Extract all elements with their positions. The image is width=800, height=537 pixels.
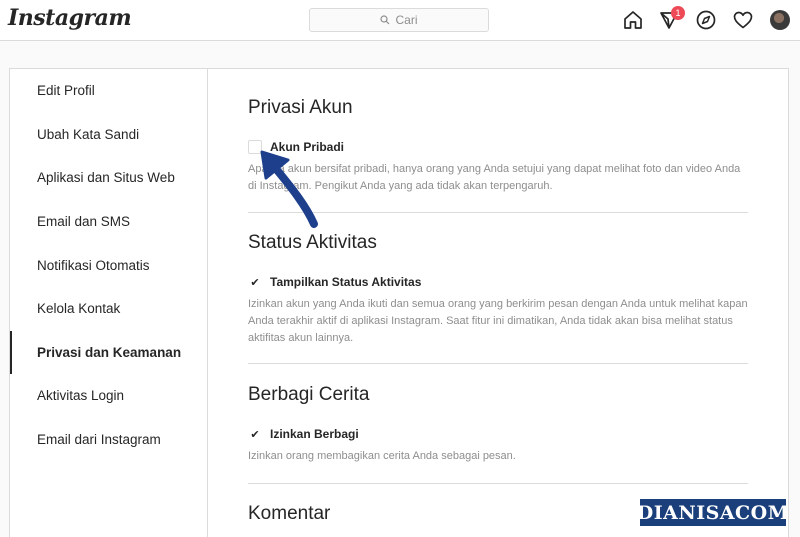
watermark: DIANISACOM <box>637 499 789 526</box>
sidebar-item-label: Aplikasi dan Situs Web <box>37 170 175 185</box>
sidebar-item-label: Email dan SMS <box>37 214 131 229</box>
sidebar-item-label: Ubah Kata Sandi <box>37 127 140 142</box>
sidebar-item-label: Kelola Kontak <box>37 301 121 316</box>
izinkan-berbagi-label: Izinkan Berbagi <box>270 427 359 441</box>
section-title-berbagi-cerita: Berbagi Cerita <box>248 384 370 405</box>
search-icon <box>380 15 390 25</box>
izinkan-berbagi-checkbox[interactable]: ✔ <box>248 427 262 441</box>
sidebar-item-kelola-kontak[interactable]: Kelola Kontak <box>10 287 207 330</box>
annotation-arrow <box>260 150 318 228</box>
sidebar-item-aktivitas-login[interactable]: Aktivitas Login <box>10 374 207 417</box>
sidebar-item-label: Aktivitas Login <box>37 388 125 403</box>
sidebar-item-aplikasi-situs-web[interactable]: Aplikasi dan Situs Web <box>10 156 207 199</box>
sidebar-item-ubah-kata-sandi[interactable]: Ubah Kata Sandi <box>10 113 207 156</box>
section-title-status-aktivitas: Status Aktivitas <box>248 232 377 253</box>
notification-badge: 1 <box>671 6 685 20</box>
section-divider <box>248 483 748 484</box>
sidebar-item-edit-profil[interactable]: Edit Profil <box>10 69 207 112</box>
section-divider <box>248 363 748 364</box>
explore-icon[interactable] <box>695 9 717 31</box>
sidebar-item-label: Edit Profil <box>37 83 95 98</box>
berbagi-cerita-description: Izinkan orang membagikan cerita Anda seb… <box>248 450 516 462</box>
settings-sidebar: Edit Profil Ubah Kata Sandi Aplikasi dan… <box>10 69 208 537</box>
izinkan-berbagi-option[interactable]: ✔ Izinkan Berbagi <box>248 427 359 441</box>
status-aktivitas-option[interactable]: ✔ Tampilkan Status Aktivitas <box>248 275 421 289</box>
heart-icon[interactable] <box>732 9 754 31</box>
status-aktivitas-checkbox[interactable]: ✔ <box>248 275 262 289</box>
sidebar-item-label: Privasi dan Keamanan <box>37 345 182 360</box>
sidebar-item-label: Notifikasi Otomatis <box>37 258 150 273</box>
sidebar-item-email-sms[interactable]: Email dan SMS <box>10 200 207 243</box>
sidebar-item-privasi-keamanan[interactable]: Privasi dan Keamanan <box>10 331 207 374</box>
instagram-logo[interactable]: Instagram <box>8 5 132 31</box>
avatar[interactable] <box>770 10 790 30</box>
sidebar-item-notifikasi-otomatis[interactable]: Notifikasi Otomatis <box>10 244 207 287</box>
search-placeholder: Cari <box>395 13 418 27</box>
search-input[interactable]: Cari <box>309 8 489 32</box>
top-navigation-bar: Instagram Cari 1 <box>0 0 800 41</box>
settings-panel: Edit Profil Ubah Kata Sandi Aplikasi dan… <box>9 68 789 537</box>
sidebar-item-label: Email dari Instagram <box>37 432 161 447</box>
home-icon[interactable] <box>622 9 644 31</box>
section-title-komentar: Komentar <box>248 503 331 524</box>
status-aktivitas-description: Izinkan akun yang Anda ikuti dan semua o… <box>248 298 748 344</box>
sidebar-item-email-dari-instagram[interactable]: Email dari Instagram <box>10 418 207 461</box>
section-title-privasi-akun: Privasi Akun <box>248 97 353 118</box>
status-aktivitas-label: Tampilkan Status Aktivitas <box>270 275 422 289</box>
